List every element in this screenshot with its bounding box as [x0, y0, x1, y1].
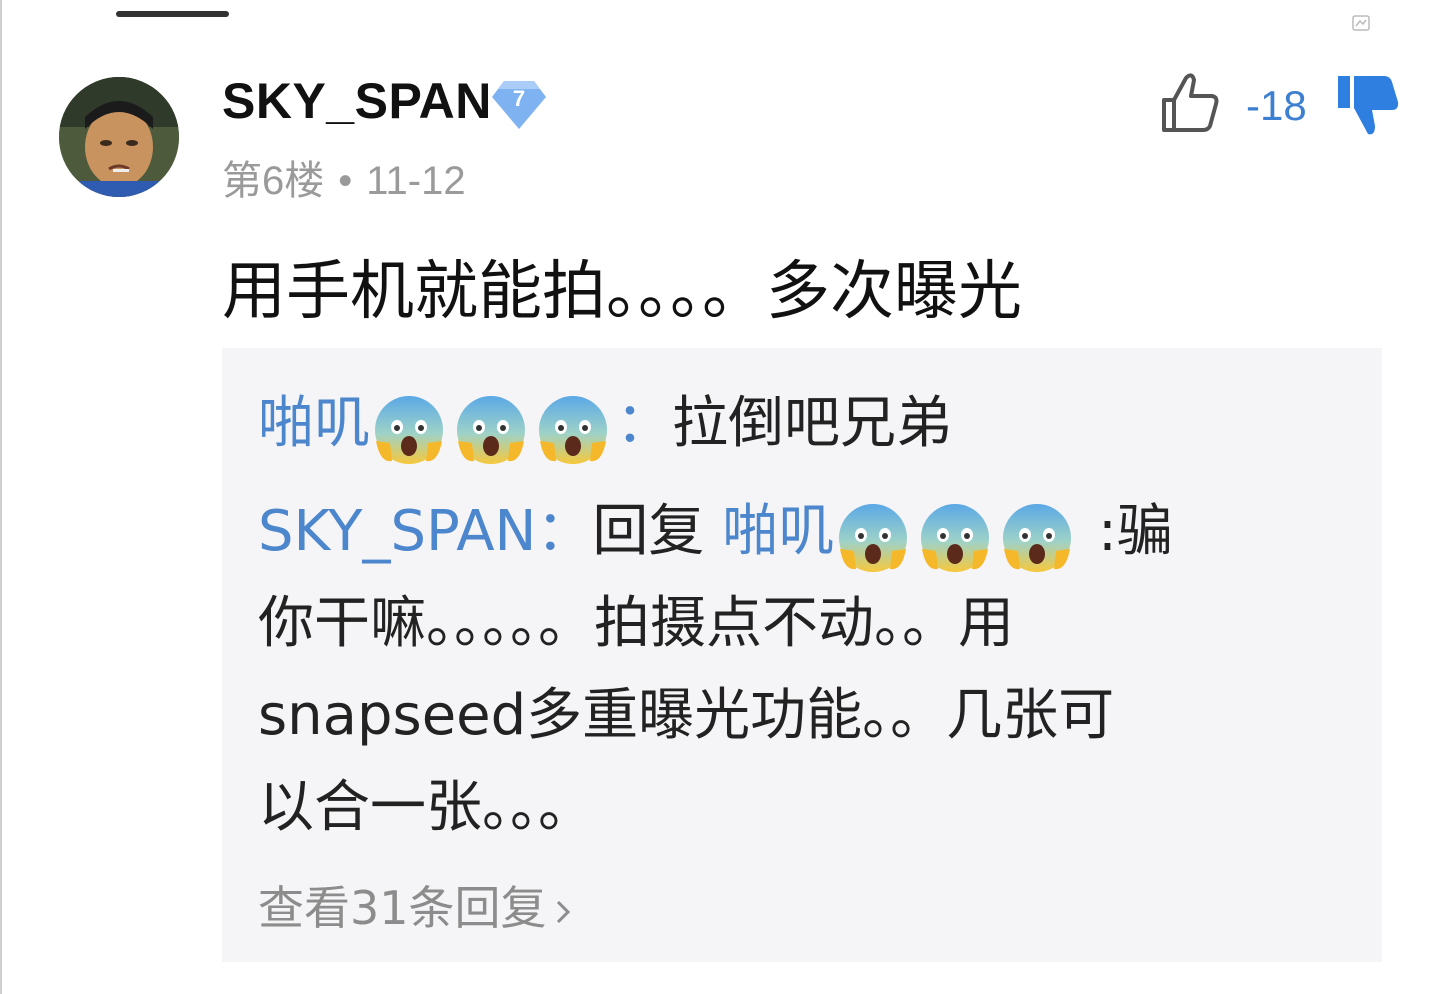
reply-author[interactable]: SKY_SPAN：: [258, 499, 592, 564]
view-more-replies-link[interactable]: 查看31条回复: [258, 872, 573, 938]
reply-text-line: 以合一张。。。: [258, 775, 594, 840]
emoji-group: [834, 489, 1080, 581]
chevron-right-icon: [556, 900, 570, 923]
level-number: 7: [512, 86, 526, 111]
fearful-face-emoji-icon: [1003, 503, 1072, 572]
reply-text-line: 你干嘛。。。。。拍摄点不动。。用: [258, 591, 1014, 656]
post-meta: 第6楼 • 11-12: [222, 148, 466, 206]
reply-text: :骗: [1080, 499, 1173, 564]
thumbs-up-outline-icon[interactable]: [1158, 70, 1222, 136]
avatar[interactable]: [59, 77, 179, 197]
watermark-icon: [1352, 15, 1370, 31]
view-more-label: 查看31条回复: [258, 881, 547, 935]
fearful-face-emoji-icon: [539, 395, 607, 464]
drag-handle[interactable]: [116, 11, 229, 17]
fearful-face-emoji-icon: [839, 503, 908, 572]
reply-author[interactable]: 啪叽: [258, 391, 370, 456]
fearful-face-emoji-icon: [921, 503, 990, 572]
thumbs-down-filled-icon[interactable]: [1334, 72, 1400, 138]
reply-text-line: snapseed多重曝光功能。。几张可: [258, 683, 1115, 748]
reply-word: 回复: [592, 499, 723, 564]
reply-text: 拉倒吧兄弟: [672, 391, 952, 456]
fearful-face-emoji-icon: [375, 395, 443, 464]
fearful-face-emoji-icon: [457, 395, 525, 464]
username[interactable]: SKY_SPAN: [222, 72, 492, 130]
meta-separator: •: [338, 159, 353, 203]
reply-colon: ：: [616, 391, 672, 456]
emoji-group: [370, 381, 616, 473]
vote-count: -18: [1246, 82, 1307, 129]
floor-label: 第6楼: [222, 159, 325, 203]
window-edge: [0, 0, 2, 994]
reply-item: SKY_SPAN：回复 啪叽 :骗: [258, 486, 1173, 581]
reply-target[interactable]: 啪叽: [722, 499, 834, 564]
reply-item: 啪叽 ：拉倒吧兄弟: [258, 378, 952, 473]
level-badge: 7: [490, 79, 548, 131]
comment-content: 用手机就能拍。。。。多次曝光: [222, 255, 1022, 329]
reply-preview-box[interactable]: 啪叽 ：拉倒吧兄弟 SKY_SPAN：回复 啪叽 :骗 你干嘛。。。。。拍摄点不动…: [222, 348, 1382, 962]
post-date: 11-12: [366, 159, 466, 203]
